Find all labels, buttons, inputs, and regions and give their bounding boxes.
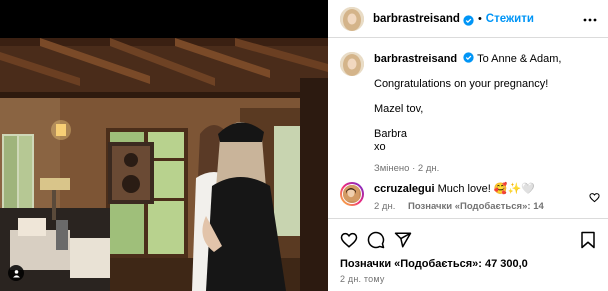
post-actions: Позначки «Подобається»: 47 300,0 2 дн. т… <box>328 218 608 291</box>
more-options-icon[interactable] <box>583 13 597 25</box>
caption-time[interactable]: 2 дн. <box>418 163 439 174</box>
post-timestamp[interactable]: 2 дн. тому <box>340 274 385 284</box>
caption-line: xo <box>374 141 386 153</box>
commenter-avatar[interactable] <box>340 182 364 206</box>
comment-text: Much love! 🥰✨🤍 <box>437 183 535 195</box>
caption-meta: Змінено · 2 дн. <box>374 163 440 174</box>
author-username[interactable]: barbrastreisand <box>373 13 460 25</box>
share-icon[interactable] <box>394 231 412 249</box>
post-header: barbrastreisand • Стежити <box>328 0 608 38</box>
comment-heart-icon[interactable] <box>589 190 600 203</box>
comment-likes[interactable]: Позначки «Подобається»: 14 <box>408 201 544 212</box>
caption-line: Congratulations on your pregnancy! <box>374 78 549 90</box>
comment-item: ccruzalegui Much love! 🥰✨🤍 2 дн. Позначк… <box>340 182 602 214</box>
caption-line: To Anne & Adam, <box>477 53 562 65</box>
author-avatar[interactable] <box>340 6 364 31</box>
post-caption: barbrastreisand To Anne & Adam, Congratu… <box>340 52 600 175</box>
caption-line: Barbra <box>374 128 408 140</box>
caption-line: Mazel tov, <box>374 103 424 115</box>
verified-badge-icon <box>463 52 474 63</box>
heart-icon[interactable] <box>340 231 358 249</box>
follow-button[interactable]: Стежити <box>486 13 534 25</box>
caption-author-avatar[interactable] <box>340 52 364 76</box>
comment-icon[interactable] <box>367 231 385 249</box>
verified-badge-icon <box>463 13 474 26</box>
user-tag-icon[interactable] <box>8 265 24 281</box>
separator-dot: • <box>477 12 482 25</box>
comments-section[interactable]: barbrastreisand To Anne & Adam, Congratu… <box>328 38 608 218</box>
post-photo[interactable] <box>0 38 328 291</box>
caption-author-username[interactable]: barbrastreisand <box>374 53 457 65</box>
bookmark-icon[interactable] <box>580 231 596 249</box>
edited-label: Змінено <box>374 163 410 174</box>
likes-count[interactable]: Позначки «Подобається»: 47 300,0 <box>340 258 528 270</box>
post-media[interactable] <box>0 0 328 291</box>
commenter-username[interactable]: ccruzalegui <box>374 183 435 195</box>
post-details-panel: barbrastreisand • Стежити barbrastreisan… <box>328 0 608 291</box>
comment-meta: 2 дн. Позначки «Подобається»: 14 <box>374 200 602 214</box>
comment-time[interactable]: 2 дн. <box>374 201 395 212</box>
